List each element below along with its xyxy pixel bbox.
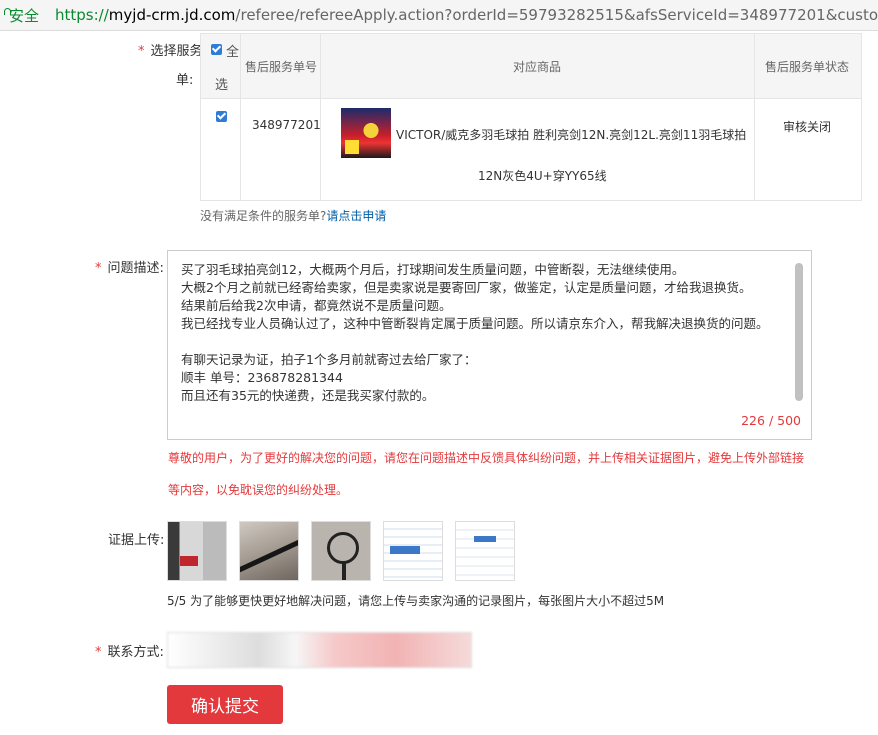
evidence-hint: 5/5 为了能够更快更好地解决问题，请您上传与卖家沟通的记录图片，每张图片大小不… [167,594,665,608]
product-thumbnail[interactable] [341,108,391,158]
evidence-image-racket-frame[interactable] [311,521,371,581]
evidence-image-chat-screenshot-2[interactable] [455,521,515,581]
column-header-status: 售后服务单状态 [765,60,850,74]
column-header-service-no: 售后服务单号 [245,60,318,74]
select-all-checkbox[interactable] [211,44,222,55]
service-footer: 没有满足条件的服务单?请点击申请 [200,209,387,223]
column-divider [754,34,755,200]
select-all-label-cont: 选 [215,78,229,93]
address-bar[interactable]: 安全 https://myjd-crm.jd.com/referee/refer… [0,0,878,31]
description-text[interactable]: 买了羽毛球拍亮剑12，大概两个月后，打球期间发生质量问题，中管断裂，无法继续使用… [181,261,781,405]
evidence-image-racket-closeup[interactable] [239,521,299,581]
select-all-label: 全 [226,45,240,60]
product-name-line2[interactable]: 12N灰色4U+穿YY65线 [478,167,607,184]
service-label: * 选择服务 [138,44,203,59]
char-counter: 226 / 500 [741,413,801,428]
url-scheme: https:// [55,6,109,24]
notice-line2: 等内容，以免耽误您的纠纷处理。 [168,483,349,497]
service-label-cont: 单: [176,73,194,88]
secure-label: 安全 [9,6,40,25]
description-label: * 问题描述: [95,261,164,276]
column-divider [320,34,321,200]
evidence-image-store-screenshot[interactable] [167,521,227,581]
evidence-label: 证据上传: [108,533,165,548]
row-checkbox[interactable] [216,111,227,122]
url-path: /referee/refereeApply.action?orderId=597… [235,6,878,24]
textarea-scrollbar[interactable] [795,263,803,401]
required-asterisk: * [95,645,102,660]
column-header-product: 对应商品 [513,60,562,74]
submit-button[interactable]: 确认提交 [167,685,283,724]
contact-input[interactable] [167,632,472,668]
evidence-image-chat-screenshot-1[interactable] [383,521,443,581]
description-textarea[interactable]: 买了羽毛球拍亮剑12，大概两个月后，打球期间发生质量问题，中管断裂，无法继续使用… [167,250,812,440]
url-host: myjd-crm.jd.com [108,6,236,24]
scrollbar-thumb[interactable] [795,263,803,401]
service-table: 全 选 售后服务单号 对应商品 售后服务单状态 348977201 VICTOR… [200,33,862,201]
required-asterisk: * [138,44,145,59]
product-name-line1[interactable]: VICTOR/威克多羽毛球拍 胜利亮剑12N.亮剑12L.亮剑11羽毛球拍 [396,126,746,143]
contact-label: * 联系方式: [95,645,164,660]
notice-line1: 尊敬的用户，为了更好的解决您的问题，请您在问题描述中反馈具体纠纷问题，并上传相关… [168,451,805,465]
required-asterisk: * [95,261,102,276]
service-number: 348977201 [252,118,321,132]
apply-link[interactable]: 请点击申请 [326,209,386,223]
status-text: 审核关闭 [783,120,832,134]
column-divider [240,34,241,200]
